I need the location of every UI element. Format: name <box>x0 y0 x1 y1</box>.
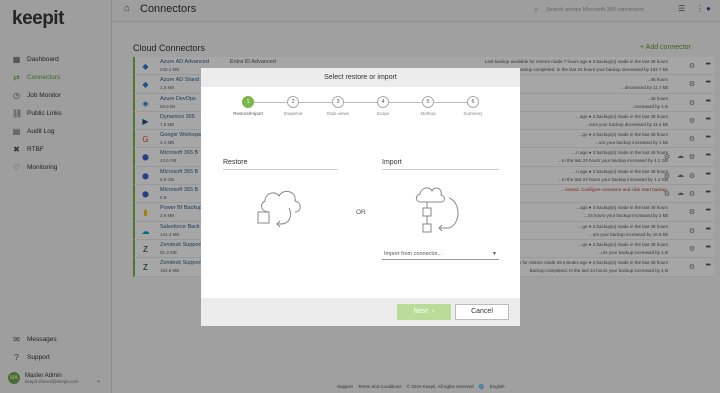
restore-import-dialog: Select restore or import 1 Restore/Import… <box>201 68 520 326</box>
step-label: Restore/Import <box>233 111 263 116</box>
step-number: 2 <box>287 96 299 108</box>
wizard-step-scope: 4 Scope <box>363 95 403 116</box>
restore-divider <box>223 169 338 170</box>
caret-down-icon: ▼ <box>492 251 497 257</box>
next-button-label: Next <box>413 308 429 315</box>
next-button[interactable]: Next › <box>397 304 451 320</box>
step-number: 3 <box>332 96 344 108</box>
restore-title: Restore <box>223 159 248 166</box>
wizard-step-method: 5 Method <box>408 95 448 116</box>
step-label: Scope <box>376 111 390 116</box>
import-divider <box>382 169 499 170</box>
import-connector-select-value: Import from connector... <box>384 251 443 257</box>
wizard-step-restore-import: 1 Restore/Import <box>228 95 268 116</box>
wizard-step-summary: 6 Summary <box>453 95 493 116</box>
step-number: 1 <box>242 96 254 108</box>
or-separator: OR <box>356 209 366 216</box>
step-label: Data views <box>326 111 349 116</box>
import-connector-icon[interactable] <box>413 184 467 238</box>
step-number: 6 <box>467 96 479 108</box>
chevron-right-icon: › <box>430 308 435 315</box>
step-label: Method <box>420 111 436 116</box>
wizard-step-snapshot: 2 Snapshot <box>273 95 313 116</box>
wizard-step-data-views: 3 Data views <box>318 95 358 116</box>
step-label: Summary <box>463 111 483 116</box>
import-connector-select[interactable]: Import from connector... ▼ <box>382 249 499 260</box>
import-title: Import <box>382 159 402 166</box>
dialog-title: Select restore or import <box>201 68 520 87</box>
step-number: 4 <box>377 96 389 108</box>
wizard-steps: 1 Restore/Import 2 Snapshot 3 Data views 4 Scop… <box>201 95 520 125</box>
step-label: Snapshot <box>283 111 303 116</box>
step-number: 5 <box>422 96 434 108</box>
restore-cloud-icon[interactable] <box>255 186 307 230</box>
cancel-button[interactable]: Cancel <box>455 304 509 320</box>
